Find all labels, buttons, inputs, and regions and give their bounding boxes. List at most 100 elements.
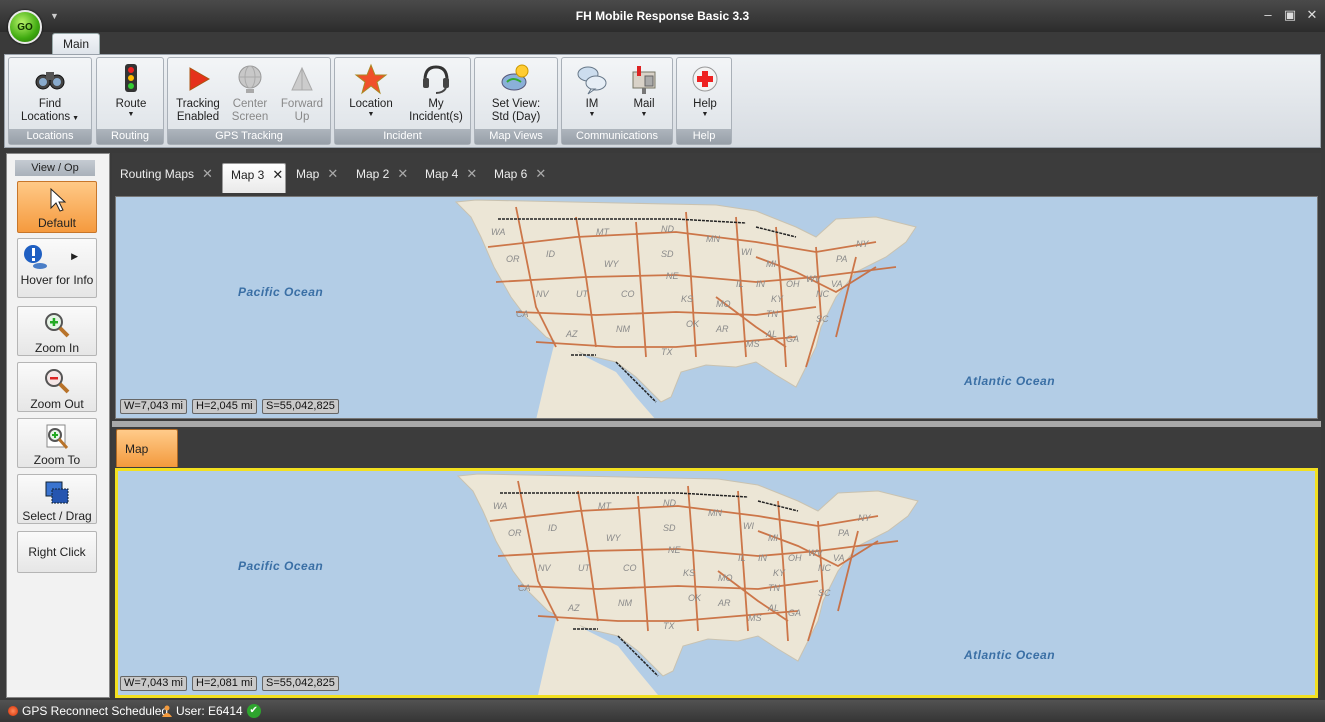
help-dropdown-icon: ▼: [701, 111, 709, 118]
state-label-ne: NE: [668, 545, 681, 555]
close-icon[interactable]: ✕: [466, 166, 477, 181]
help-button[interactable]: Help ▼: [681, 62, 729, 128]
state-label-sc: SC: [818, 588, 831, 598]
tab-map-label: Map: [296, 167, 320, 181]
hover-info-tool-button[interactable]: ▶ Hover for Info: [17, 238, 97, 298]
find-locations-line2: Locations: [20, 111, 71, 123]
state-label-ks: KS: [681, 294, 693, 304]
state-label-wy: WY: [606, 533, 621, 543]
scale-readout: S=55,042,825: [262, 676, 339, 691]
tab-main[interactable]: Main: [52, 33, 100, 54]
zoom-to-tool-button[interactable]: Zoom To: [17, 418, 97, 468]
right-click-tool-button[interactable]: Right Click: [17, 531, 97, 573]
help-label: Help: [693, 98, 717, 110]
tab-map-4[interactable]: Map 4 ✕: [417, 163, 483, 193]
tab-map-6[interactable]: Map 6 ✕: [486, 163, 552, 193]
tab-map[interactable]: Map ✕: [288, 163, 344, 193]
scale-readout: S=55,042,825: [262, 399, 339, 414]
find-locations-button[interactable]: Find Locations ▼: [15, 62, 85, 128]
ribbon: Find Locations ▼ Locations Route ▼ Routi…: [4, 54, 1321, 148]
zoom-in-tool-button[interactable]: Zoom In: [17, 306, 97, 356]
title-bar: ▼ FH Mobile Response Basic 3.3 – ▣ ✕: [0, 0, 1325, 32]
group-label-map-views: Map Views: [475, 129, 557, 144]
im-dropdown-icon: ▼: [588, 111, 596, 118]
state-label-il: IL: [736, 279, 744, 289]
my-incidents-button[interactable]: My Incident(s): [405, 62, 467, 128]
window-controls: – ▣ ✕: [1261, 7, 1319, 23]
close-icon[interactable]: ✕: [1305, 7, 1319, 23]
close-icon[interactable]: ✕: [327, 166, 338, 181]
im-button[interactable]: IM ▼: [568, 62, 616, 128]
state-label-ny: NY: [856, 239, 869, 249]
pacific-ocean-label: Pacific Ocean: [238, 285, 324, 299]
map-tabstrip-bottom: Map 5✕: [112, 427, 1321, 494]
us-map-bottom: WA MT ND MN OR ID SD WI WY NE NV UT CO KS MO CA OK AR AZ NM…: [456, 473, 919, 695]
zoom-out-tool-button[interactable]: Zoom Out: [17, 362, 97, 412]
minimize-icon[interactable]: –: [1261, 7, 1275, 23]
state-label-mi: MI: [768, 533, 778, 543]
state-label-il: IL: [738, 553, 746, 563]
state-label-wi: WI: [741, 247, 752, 257]
route-label: Route: [115, 98, 147, 110]
state-label-pa: PA: [838, 528, 849, 538]
tab-map-3[interactable]: Map 3 ✕: [222, 163, 286, 193]
state-label-va: VA: [831, 279, 843, 289]
gps-status[interactable]: GPS Reconnect Scheduled: [8, 704, 168, 718]
width-readout: W=7,043 mi: [120, 676, 187, 691]
state-label-sc: SC: [816, 314, 829, 324]
select-drag-tool-button[interactable]: Select / Drag: [17, 474, 97, 524]
state-label-ga: GA: [788, 608, 801, 618]
atlantic-ocean-label: Atlantic Ocean: [964, 648, 1056, 662]
state-label-az: AZ: [567, 603, 580, 613]
default-tool-label: Default: [37, 216, 77, 230]
mail-button[interactable]: Mail ▼: [618, 62, 670, 128]
binoculars-icon: [35, 72, 65, 90]
incident-location-button[interactable]: Location ▼: [341, 62, 401, 128]
state-label-wa: WA: [493, 501, 507, 511]
tracking-enabled-button[interactable]: Tracking Enabled: [172, 62, 224, 128]
set-view-button[interactable]: Set View: Std (Day): [481, 62, 551, 128]
hover-info-arrow-icon: ▶: [71, 251, 78, 261]
state-label-az: AZ: [565, 329, 578, 339]
state-label-va: VA: [833, 553, 845, 563]
status-bar: GPS Reconnect Scheduled User: E6414 ✔: [0, 700, 1325, 722]
state-label-ks: KS: [683, 568, 695, 578]
state-label-nc: NC: [816, 289, 829, 299]
state-label-ar: AR: [715, 324, 729, 334]
window-title: FH Mobile Response Basic 3.3: [575, 9, 750, 23]
height-readout: H=2,045 mi: [192, 399, 257, 414]
checkmark-icon: ✔: [246, 704, 261, 718]
group-locations: Find Locations ▼ Locations: [8, 57, 92, 145]
im-label: IM: [585, 98, 599, 110]
headset-icon: [423, 65, 449, 94]
star-icon: [354, 63, 388, 95]
maximize-icon[interactable]: ▣: [1283, 7, 1297, 23]
zoom-in-icon: [45, 313, 70, 338]
go-button[interactable]: GO: [8, 10, 42, 44]
ribbon-tabs: Main: [0, 32, 1325, 54]
route-button[interactable]: Route ▼: [101, 62, 161, 128]
default-tool-button[interactable]: Default: [17, 181, 97, 233]
tab-map-2[interactable]: Map 2 ✕: [348, 163, 414, 193]
close-icon[interactable]: ✕: [535, 166, 546, 181]
close-icon[interactable]: ✕: [272, 167, 283, 182]
state-label-wa: WA: [491, 227, 505, 237]
state-label-ny: NY: [858, 513, 871, 523]
us-map-top: WA MT ND MN OR ID SD WI WY NE NV UT CO KS MO CA OK AR AZ NM…: [454, 199, 917, 418]
tracking-line2: Enabled: [176, 111, 220, 123]
center-screen-button[interactable]: Center Screen: [224, 62, 276, 128]
map-pane-bottom[interactable]: WA MT ND MN OR ID SD WI WY NE NV UT CO KS MO CA OK AR AZ NM…: [115, 468, 1318, 698]
close-icon[interactable]: ✕: [202, 166, 213, 181]
forward-up-line1: Forward: [280, 98, 324, 110]
tab-routing-maps[interactable]: Routing Maps ✕: [112, 163, 216, 193]
map-view-icon: [501, 64, 529, 91]
state-label-oh: OH: [788, 553, 802, 563]
forward-up-button[interactable]: Forward Up: [276, 62, 328, 128]
set-view-line1: Set View:: [491, 98, 541, 110]
tab-map-5[interactable]: Map 5✕: [116, 429, 178, 494]
close-icon[interactable]: ✕: [397, 166, 408, 181]
mail-dropdown-icon: ▼: [640, 111, 648, 118]
map-pane-top[interactable]: WA MT ND MN OR ID SD WI WY NE NV UT CO KS MO CA OK AR AZ NM…: [115, 196, 1318, 419]
user-text: User: E6414: [176, 704, 243, 718]
view-op-title: View / Op: [15, 160, 95, 176]
